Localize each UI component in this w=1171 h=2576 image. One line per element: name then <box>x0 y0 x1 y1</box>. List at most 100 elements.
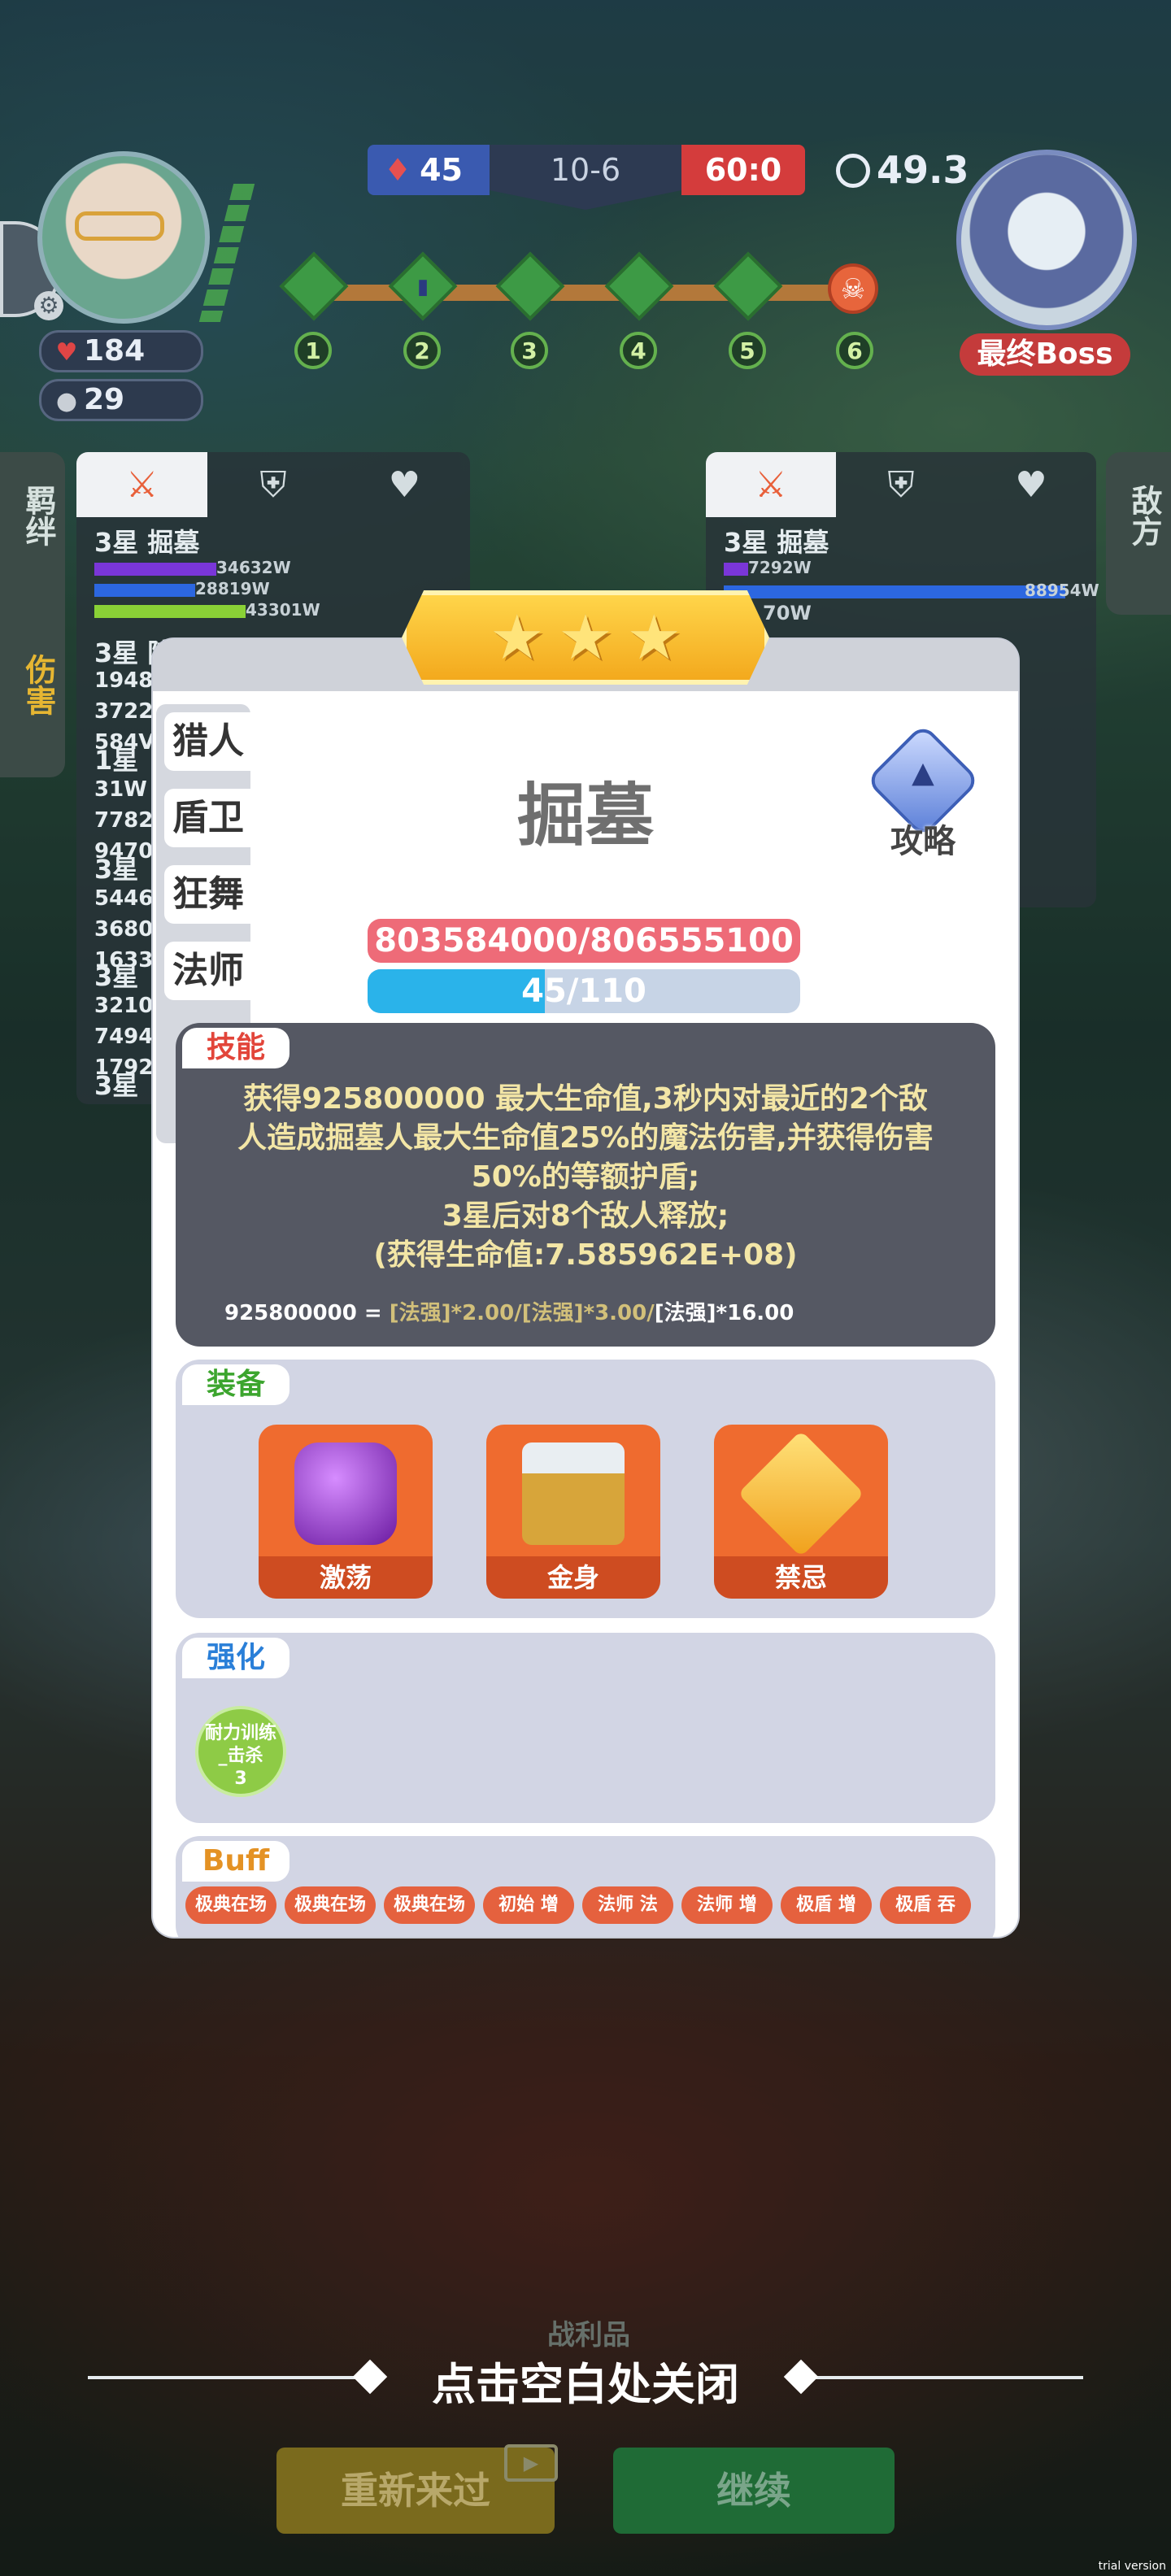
retry-label: 重新来过 <box>341 2469 490 2513</box>
enhancement-label: 强化 <box>182 1638 289 1678</box>
winged-hammer-icon <box>522 1442 625 1545</box>
star-icon: ★ <box>557 601 614 673</box>
gear-icon[interactable]: ⚙ <box>34 291 63 320</box>
coin-icon: ● <box>55 387 78 416</box>
retry-button[interactable]: 重新来过 ▶ <box>276 2444 558 2534</box>
class-tab-berserker[interactable]: 狂舞 <box>164 865 252 924</box>
purple-gem-icon <box>294 1442 397 1545</box>
buff-chip[interactable]: 极典在场 <box>384 1886 475 1924</box>
flame-icon: ♦ <box>384 152 412 188</box>
stage-number-3: 3 <box>511 332 548 369</box>
buff-chip[interactable]: 法师 增 <box>681 1886 773 1924</box>
shield-icon[interactable]: ⛨ <box>836 452 966 517</box>
shield-icon[interactable]: ⛨ <box>207 452 338 517</box>
stage-number-6: 6 <box>836 332 873 369</box>
formula-terms: [法强]*2.00/[法强]*3.00/ <box>389 1301 655 1325</box>
damage-bar-label: 34632W <box>216 558 291 577</box>
skill-line: (获得生命值:7.585962E+08) <box>373 1238 798 1272</box>
sword-icon[interactable]: ⚔ <box>706 452 836 517</box>
skill-formula: 925800000 = [法强]*2.00/[法强]*3.00/[法强]*16.… <box>224 1296 794 1326</box>
boss-label: 最终Boss <box>960 333 1130 376</box>
player-hp: ♥ 184 <box>39 330 203 372</box>
damage-value: 5446 <box>94 886 154 911</box>
stage-number-2: 2 <box>403 332 441 369</box>
damage-bar <box>94 563 216 576</box>
skill-description: 获得925800000 最大生命值,3秒内对最近的2个敌 人造成掘墓人最大生命值… <box>208 1080 963 1275</box>
skill-label: 技能 <box>182 1028 289 1068</box>
equipment-slot-1[interactable]: 激荡 <box>259 1425 433 1599</box>
buff-chip[interactable]: 极典在场 <box>285 1886 376 1924</box>
damage-row-name: 1星 <box>94 745 139 776</box>
damage-tabs: ⚔ ⛨ ♥ <box>706 452 1096 517</box>
damage-value: 31W <box>94 777 147 802</box>
score-left-value: 45 <box>420 152 463 188</box>
damage-value: 7494 <box>94 1025 154 1049</box>
stage-number-4: 4 <box>620 332 657 369</box>
continue-button[interactable]: 继续 <box>613 2448 895 2534</box>
tab-damage[interactable]: 伤害 <box>16 654 61 716</box>
damage-bar-label: 70W <box>763 602 812 624</box>
timer: 49.3 <box>836 145 969 195</box>
stage-number-1: 1 <box>294 332 332 369</box>
close-hint: 点击空白处关闭 <box>432 2359 739 2410</box>
clock-icon <box>836 153 870 188</box>
buff-chip[interactable]: 极典在场 <box>185 1886 276 1924</box>
formula-value: 925800000 = <box>224 1301 382 1325</box>
tab-bond[interactable]: 羁绊 <box>16 485 61 546</box>
player-coins-value: 29 <box>84 383 125 416</box>
equipment-slot-2[interactable]: 金身 <box>486 1425 660 1599</box>
damage-value: 1948 <box>94 668 154 693</box>
damage-row-name: 3星 <box>94 854 139 885</box>
damage-row-name: 3星 掘墓 <box>724 527 829 558</box>
damage-row-name: 3星 <box>94 961 139 992</box>
damage-bar-label: 28819W <box>195 579 270 598</box>
equipment-slot-3[interactable]: 禁忌 <box>714 1425 888 1599</box>
damage-bar-label: 88954W <box>1025 581 1099 600</box>
trial-watermark: trial version <box>1098 2560 1166 2573</box>
enhancement-item[interactable]: 耐力训练 _击杀 3 <box>195 1706 286 1797</box>
damage-bar-label: 43301W <box>246 600 320 620</box>
damage-row-name: 3星 <box>94 1070 139 1101</box>
guide-label: 攻略 <box>890 823 956 860</box>
equipment-label: 装备 <box>182 1364 289 1405</box>
equipment-section: 装备 激荡 金身 禁忌 <box>176 1360 995 1618</box>
damage-bar <box>94 584 195 597</box>
equipment-name: 激荡 <box>259 1556 433 1599</box>
score-left: ♦ 45 <box>368 145 490 195</box>
side-tabs-right: 敌方 <box>1106 452 1171 615</box>
buff-chip[interactable]: 初始 增 <box>483 1886 574 1924</box>
heart-icon: ♥ <box>55 338 78 367</box>
class-tab-mage[interactable]: 法师 <box>164 942 252 1000</box>
boss-avatar[interactable] <box>956 150 1137 330</box>
star-icon: ★ <box>489 601 545 673</box>
tab-enemy[interactable]: 敌方 <box>1122 485 1167 546</box>
timer-value: 49.3 <box>877 148 969 192</box>
heart-icon[interactable]: ♥ <box>966 452 1096 517</box>
buff-chip[interactable]: 极盾 吞 <box>880 1886 971 1924</box>
skill-line: 获得925800000 最大生命值,3秒内对最近的2个敌 <box>243 1082 928 1116</box>
guide-button[interactable]: ▲ 攻略 <box>865 723 981 860</box>
skill-line: 人造成掘墓人最大生命值25%的魔法伤害,并获得伤害 <box>237 1121 934 1155</box>
enhancement-section: 强化 耐力训练 _击杀 3 <box>176 1633 995 1823</box>
damage-tabs: ⚔ ⛨ ♥ <box>76 452 470 517</box>
heart-icon[interactable]: ♥ <box>339 452 470 517</box>
buff-chip[interactable]: 极盾 增 <box>781 1886 872 1924</box>
hero-detail-modal: 猎人 盾卫 狂舞 法师 掘墓 ▲ 攻略 803584000/806555100 … <box>153 639 1018 1937</box>
player-coins: ● 29 <box>39 379 203 421</box>
skill-line: 50%的等额护盾; <box>471 1160 700 1194</box>
damage-row-name: 3星 掘墓 <box>94 527 200 558</box>
damage-bar <box>724 585 1065 598</box>
equipment-name: 禁忌 <box>714 1556 888 1599</box>
star-icon: ★ <box>626 601 682 673</box>
buff-chip[interactable]: 法师 法 <box>582 1886 673 1924</box>
damage-bar <box>94 605 246 618</box>
hero-mana-bar: 45/110 <box>368 969 800 1013</box>
side-tabs-left: 羁绊 伤害 <box>0 452 65 777</box>
enhancement-item-name: 耐力训练 <box>204 1723 276 1743</box>
sword-icon[interactable]: ⚔ <box>76 452 208 517</box>
damage-value: 3722 <box>94 699 154 724</box>
book-icon: ▮ <box>416 275 429 299</box>
equipment-name: 金身 <box>486 1556 660 1599</box>
damage-value: 3680 <box>94 917 154 942</box>
score-right: 60:0 <box>681 145 805 195</box>
